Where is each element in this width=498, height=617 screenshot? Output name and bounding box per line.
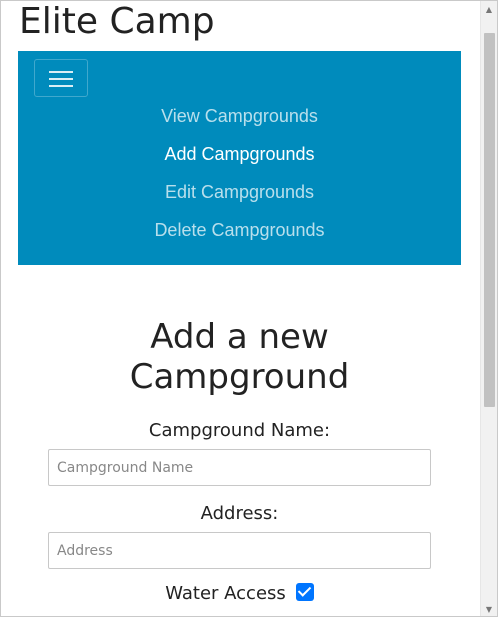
vertical-scrollbar[interactable]: ▲ ▼: [480, 1, 497, 616]
navbar: View Campgrounds Add Campgrounds Edit Ca…: [18, 51, 461, 265]
water-access-checkbox[interactable]: [295, 583, 314, 601]
form-heading-line1: Add a new: [150, 317, 329, 357]
hamburger-icon: [49, 71, 73, 73]
navbar-toggle-button[interactable]: [34, 59, 88, 97]
water-access-label: Water Access: [165, 583, 286, 604]
address-label: Address:: [200, 503, 279, 524]
campground-name-label: Campground Name:: [148, 420, 331, 441]
scrollbar-thumb[interactable]: [484, 33, 495, 407]
nav-menu: View Campgrounds Add Campgrounds Edit Ca…: [18, 97, 461, 249]
app-title: Elite Camp: [19, 1, 215, 42]
nav-item-add-campgrounds[interactable]: Add Campgrounds: [18, 135, 461, 173]
scroll-down-arrow-icon[interactable]: ▼: [481, 601, 497, 616]
scroll-up-arrow-icon[interactable]: ▲: [481, 1, 497, 18]
form-heading-line2: Campground: [129, 357, 350, 397]
campground-name-input[interactable]: [48, 449, 431, 486]
nav-item-view-campgrounds[interactable]: View Campgrounds: [18, 97, 461, 135]
nav-item-delete-campgrounds[interactable]: Delete Campgrounds: [18, 211, 461, 249]
address-input[interactable]: [48, 532, 431, 569]
form-heading: Add a new Campground: [1, 317, 478, 397]
browser-viewport: Elite Camp View Campgrounds Add Campgrou…: [0, 0, 498, 617]
nav-item-edit-campgrounds[interactable]: Edit Campgrounds: [18, 173, 461, 211]
water-access-row: Water Access: [1, 583, 478, 604]
